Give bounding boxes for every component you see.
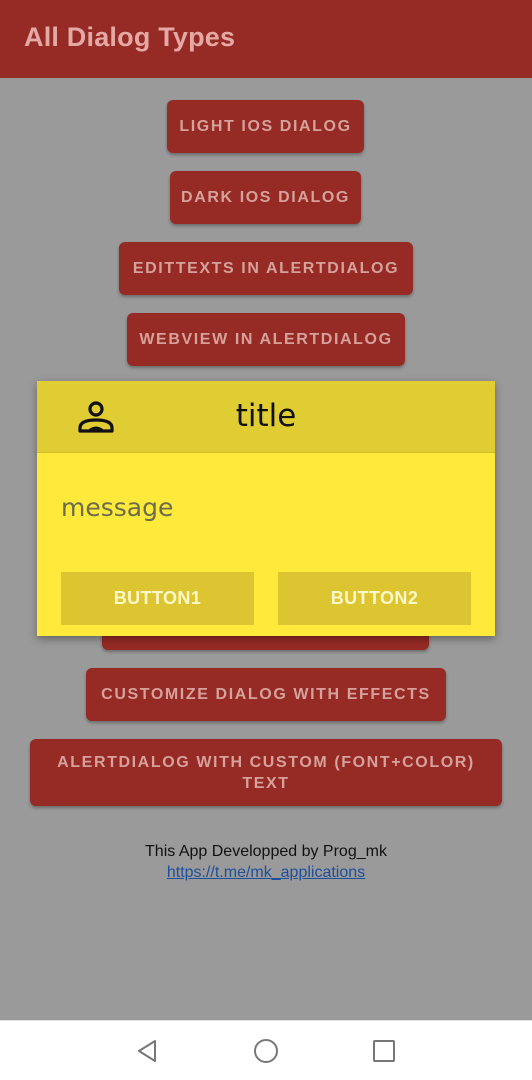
system-nav-bar [0,1020,532,1080]
recents-square-icon[interactable] [370,1037,398,1065]
dialog-button1[interactable]: BUTTON1 [61,572,254,625]
light-ios-dialog-button[interactable]: LIGHT IOS DIALOG [167,100,364,153]
alert-dialog: title message BUTTON1 BUTTON2 [37,381,495,636]
app-title: All Dialog Types [24,22,236,52]
dialog-message: message [61,493,174,522]
app-bar: All Dialog Types [0,0,532,78]
customize-effects-button[interactable]: CUSTOMIZE DIALOG WITH EFFECTS [86,668,446,721]
developer-link[interactable]: https://t.me/mk_applications [0,864,532,882]
developer-credit: This App Developped by Prog_mk [145,843,387,860]
edittexts-alertdialog-button[interactable]: EDITTEXTS IN ALERTDIALOG [119,242,413,295]
dark-ios-dialog-button[interactable]: DARK IOS DIALOG [170,171,361,224]
back-triangle-icon[interactable] [134,1037,162,1065]
webview-alertdialog-button[interactable]: WEBVIEW IN ALERTDIALOG [127,313,405,366]
dialog-title: title [235,398,297,434]
home-circle-icon[interactable] [252,1037,280,1065]
custom-text-alertdialog-button[interactable]: ALERTDIALOG WITH CUSTOM (FONT+COLOR) TEX… [30,739,502,806]
dialog-button2[interactable]: BUTTON2 [278,572,471,625]
dialog-header: title [37,381,495,453]
